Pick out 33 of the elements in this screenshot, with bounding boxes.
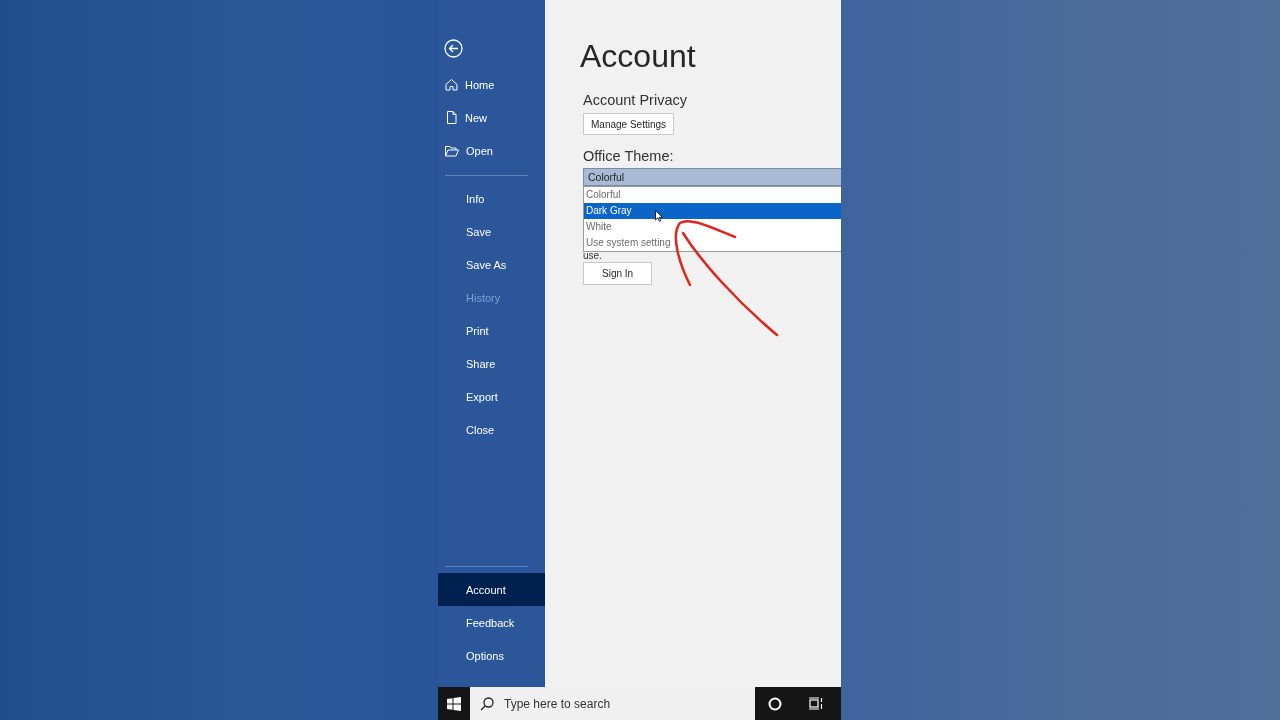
task-view-icon [807, 697, 823, 710]
selected-menu-item[interactable]: Account [438, 573, 545, 606]
circle-icon [768, 696, 782, 711]
menu-item[interactable]: Options [438, 639, 545, 672]
search-icon [480, 696, 494, 711]
section-heading: Account Privacy [583, 91, 688, 110]
dropdown-option[interactable]: Dark Gray [584, 203, 841, 219]
back-button[interactable] [441, 36, 465, 60]
menu-item[interactable]: Save As [438, 248, 545, 281]
taskbar-search-field[interactable]: Type here to search [470, 687, 755, 720]
menu-item[interactable]: Info [438, 182, 545, 215]
menu-item-label: New [465, 111, 487, 124]
windows-logo-icon [447, 696, 461, 711]
home-icon [445, 78, 458, 91]
menu-item-label: Home [465, 78, 495, 91]
menu-item[interactable]: Close [438, 413, 545, 446]
mouse-cursor-icon [655, 210, 663, 222]
menu-item[interactable]: Share [438, 347, 545, 380]
menu-item-label: Open [466, 144, 493, 157]
menu-item[interactable]: Open [438, 134, 545, 167]
menu-item[interactable]: Home [438, 68, 545, 101]
document-icon [445, 111, 458, 124]
menu-item[interactable]: New [438, 101, 545, 134]
menu-item[interactable]: Save [438, 215, 545, 248]
menu-item[interactable]: Print [438, 314, 545, 347]
section-heading: Office Theme: [583, 147, 675, 166]
page-title: Account [580, 37, 697, 76]
manage-settings-button[interactable]: Manage Settings [583, 113, 675, 135]
menu-item[interactable]: Export [438, 380, 545, 413]
folder-icon [445, 144, 459, 157]
description-text: use. [583, 251, 603, 261]
sign-in-button[interactable]: Sign In [583, 262, 653, 285]
menu-item[interactable]: Feedback [438, 606, 545, 639]
